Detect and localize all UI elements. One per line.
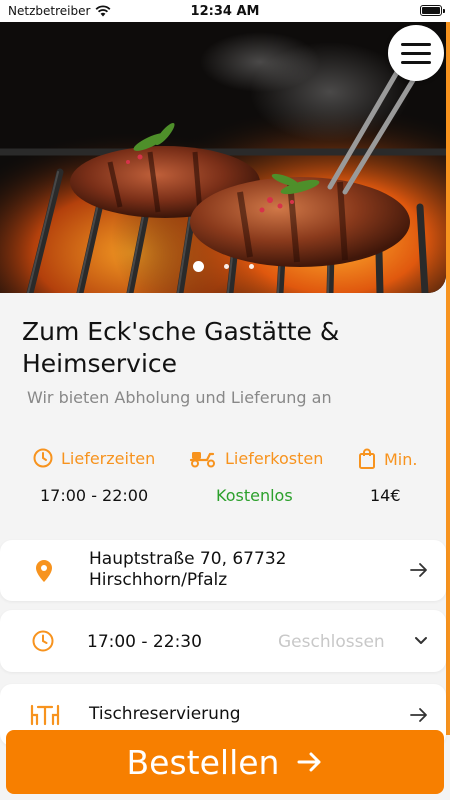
delivery-times-header: Lieferzeiten bbox=[33, 448, 155, 468]
menu-button[interactable] bbox=[388, 25, 444, 81]
closed-status: Geschlossen bbox=[278, 632, 385, 652]
arrow-right-icon bbox=[410, 563, 427, 577]
order-button[interactable]: Bestellen bbox=[6, 730, 444, 794]
clock-icon bbox=[33, 448, 53, 468]
status-bar: Netzbetreiber 12:34 AM bbox=[0, 0, 450, 22]
shopping-bag-icon bbox=[359, 448, 375, 469]
accent-bar bbox=[446, 22, 450, 735]
delivery-times-label: Lieferzeiten bbox=[61, 448, 156, 468]
address-text: Hauptstraße 70, 67732 Hirschhorn/Pfalz bbox=[89, 549, 286, 591]
scooter-icon bbox=[189, 452, 215, 468]
arrow-right-icon bbox=[297, 752, 321, 772]
opening-hours-time: 17:00 - 22:30 bbox=[87, 632, 202, 652]
clock-time: 12:34 AM bbox=[190, 4, 260, 19]
delivery-cost-header: Lieferkosten bbox=[189, 448, 323, 468]
address-line2: Hirschhorn/Pfalz bbox=[89, 570, 228, 590]
delivery-times-value: 17:00 - 22:00 bbox=[40, 486, 149, 505]
order-button-label: Bestellen bbox=[126, 742, 280, 782]
hero-carousel[interactable] bbox=[0, 22, 446, 293]
minimum-header: Min. bbox=[358, 448, 417, 470]
delivery-cost-value: Kostenlos bbox=[216, 486, 293, 505]
carousel-dot[interactable] bbox=[223, 264, 229, 269]
chevron-down-icon bbox=[415, 637, 427, 644]
address-line1: Hauptstraße 70, 67732 bbox=[89, 549, 287, 569]
table-chairs-icon bbox=[30, 704, 60, 726]
restaurant-name: Zum Eck'sche Gastätte & Heimservice bbox=[22, 317, 340, 378]
opening-hours-card[interactable]: 17:00 - 22:30 Geschlossen bbox=[0, 610, 446, 672]
minimum-label: Min. bbox=[384, 449, 418, 469]
restaurant-tagline: Wir bieten Abholung und Lieferung an bbox=[27, 388, 332, 407]
hamburger-icon bbox=[401, 42, 431, 46]
grilled-steak-photo bbox=[0, 22, 446, 293]
carousel-dot[interactable] bbox=[248, 264, 254, 269]
battery-icon bbox=[420, 5, 445, 16]
carousel-dot-active[interactable] bbox=[192, 261, 204, 272]
location-pin-icon bbox=[36, 560, 52, 582]
table-reservation-label: Tischreservierung bbox=[89, 704, 241, 724]
carousel-indicators bbox=[0, 261, 446, 272]
arrow-right-icon bbox=[410, 708, 427, 722]
clock-icon bbox=[32, 630, 54, 652]
minimum-value: 14€ bbox=[370, 486, 401, 505]
delivery-cost-label: Lieferkosten bbox=[225, 448, 324, 468]
address-card[interactable]: Hauptstraße 70, 67732 Hirschhorn/Pfalz bbox=[0, 540, 446, 601]
